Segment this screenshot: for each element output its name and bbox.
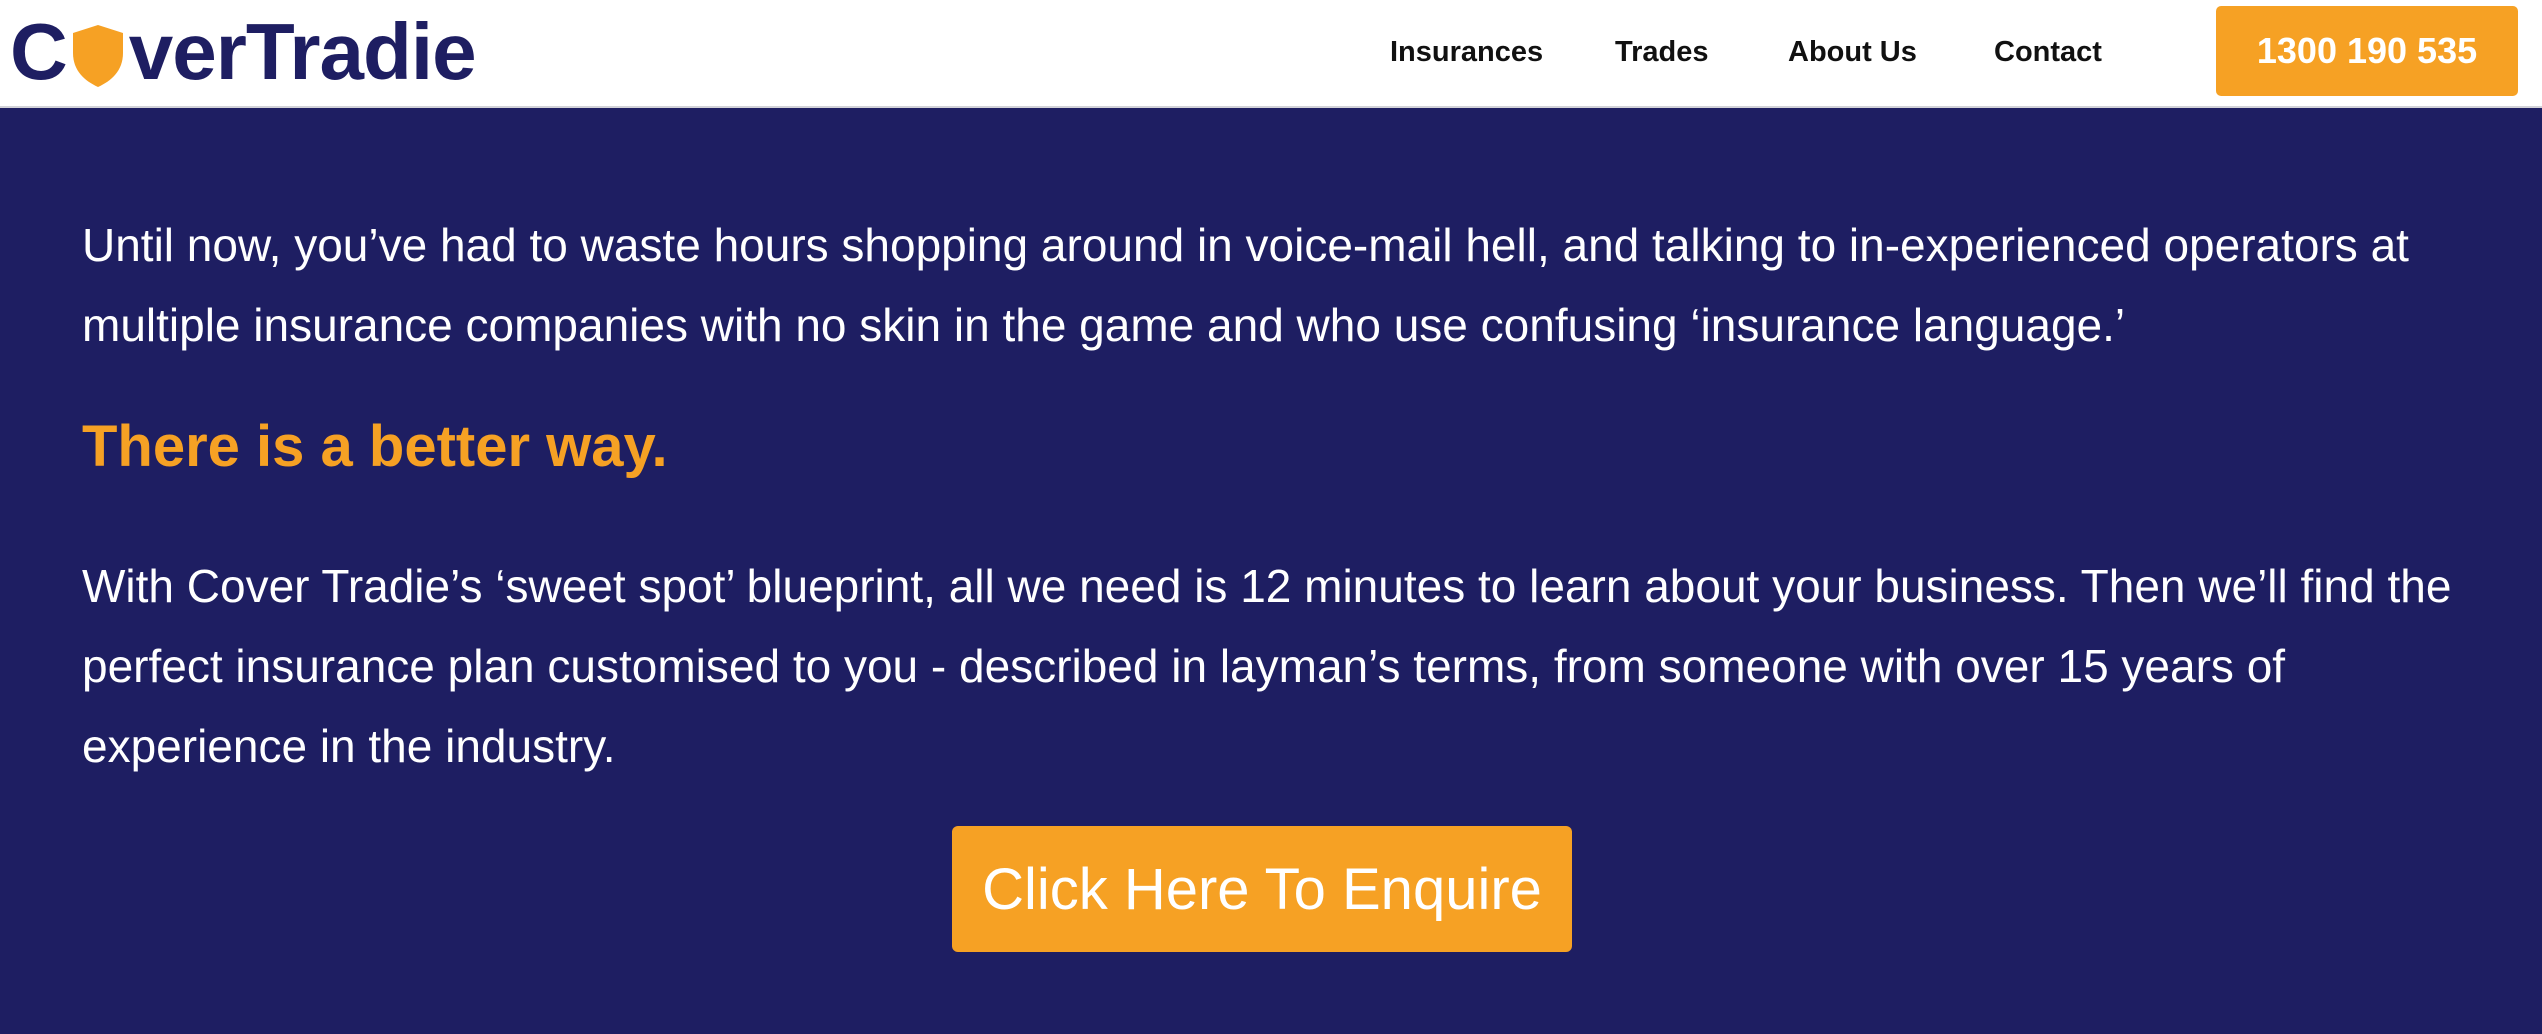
site-header: C verTradie Insurances Trades About Us C… xyxy=(0,0,2542,108)
logo-suffix: verTradie xyxy=(128,7,477,96)
nav-insurances[interactable]: Insurances xyxy=(1390,36,1543,69)
headline: There is a better way. xyxy=(82,414,668,479)
nav-about-us[interactable]: About Us xyxy=(1788,36,1917,69)
enquire-button[interactable]: Click Here To Enquire xyxy=(952,826,1572,952)
logo[interactable]: C verTradie xyxy=(10,6,477,98)
intro-paragraph: Until now, you’ve had to waste hours sho… xyxy=(82,219,2409,351)
shield-icon xyxy=(72,25,123,87)
nav-trades[interactable]: Trades xyxy=(1615,36,1709,69)
nav-contact[interactable]: Contact xyxy=(1994,36,2102,69)
logo-prefix: C xyxy=(10,7,68,96)
body-paragraph: With Cover Tradie’s ‘sweet spot’ bluepri… xyxy=(82,560,2452,772)
phone-button[interactable]: 1300 190 535 xyxy=(2216,6,2518,96)
